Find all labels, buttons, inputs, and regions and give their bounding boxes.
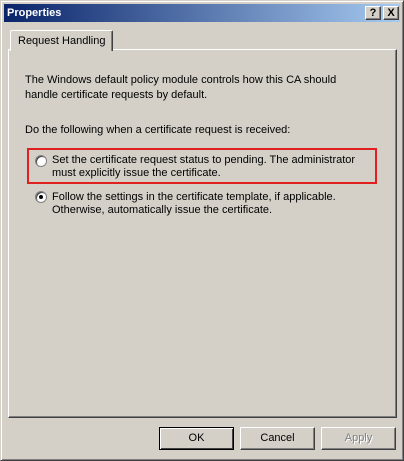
auto-issue-option-label[interactable]: Follow the settings in the certificate t… xyxy=(52,191,372,217)
cancel-button[interactable]: Cancel xyxy=(240,427,315,450)
title-bar[interactable]: Properties ? X xyxy=(4,4,400,22)
close-button[interactable]: X xyxy=(383,6,399,20)
tab-label: Request Handling xyxy=(18,35,106,47)
pending-radio[interactable] xyxy=(35,155,47,167)
apply-button[interactable]: Apply xyxy=(321,427,396,450)
ok-button[interactable]: OK xyxy=(159,427,234,450)
auto-issue-radio[interactable] xyxy=(35,191,47,203)
pending-option-label[interactable]: Set the certificate request status to pe… xyxy=(52,154,372,180)
help-button[interactable]: ? xyxy=(365,6,381,20)
radio-selected-dot xyxy=(39,195,43,199)
properties-dialog: Properties ? X Request Handling The Wind… xyxy=(0,0,404,461)
window-title: Properties xyxy=(7,7,62,19)
tab-panel xyxy=(8,49,397,418)
tab-request-handling[interactable]: Request Handling xyxy=(10,30,113,51)
